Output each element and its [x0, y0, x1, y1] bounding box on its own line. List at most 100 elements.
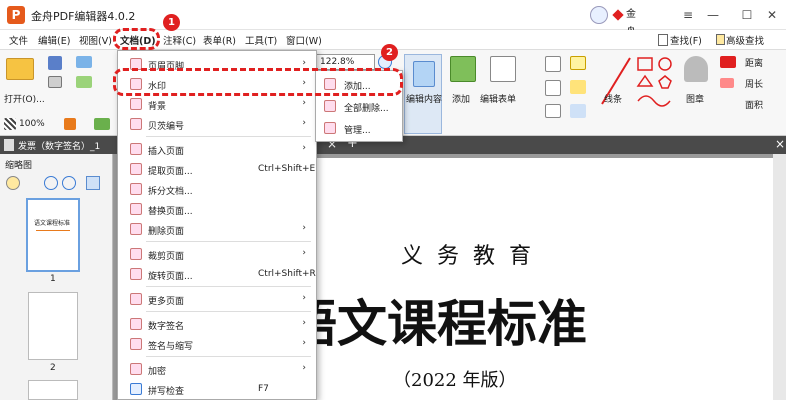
- print-icon[interactable]: [48, 76, 62, 88]
- page-thumbnail-1[interactable]: 语文课程标准: [26, 198, 80, 272]
- menu-rotate-page[interactable]: 旋转页面... Ctrl+Shift+R: [118, 264, 316, 284]
- minimize-button[interactable]: —: [703, 5, 723, 25]
- manage-watermark-icon: [324, 122, 336, 134]
- area-tool[interactable]: 面积: [745, 98, 763, 111]
- submenu-manage-watermarks[interactable]: 管理...: [316, 117, 402, 139]
- zoom-level-left[interactable]: 100%: [19, 119, 45, 129]
- add-image-icon[interactable]: [450, 56, 476, 82]
- rotate-icon[interactable]: [86, 176, 100, 190]
- menu-bates-numbering[interactable]: 贝茨编号 ›: [118, 114, 316, 134]
- perimeter-tool[interactable]: 周长: [745, 77, 763, 90]
- menu-encrypt[interactable]: 加密 ›: [118, 359, 316, 379]
- menu-label: 插入页面: [148, 147, 185, 157]
- menu-comment[interactable]: 注释(C): [163, 33, 196, 47]
- save-icon[interactable]: [48, 56, 62, 70]
- thumb-zoom-out-icon[interactable]: [62, 176, 76, 190]
- color-icon[interactable]: [64, 118, 76, 130]
- stamp-icon[interactable]: [684, 56, 708, 82]
- menu-label: 删除页面: [148, 227, 185, 237]
- close-button[interactable]: ✕: [762, 5, 782, 25]
- document-title: 语文课程标准: [287, 294, 587, 353]
- edit-content-label: 编辑内容: [406, 95, 443, 105]
- menu-window[interactable]: 窗口(W): [286, 33, 322, 47]
- menu-label: 背景: [148, 102, 167, 112]
- menu-extract-page[interactable]: 提取页面... Ctrl+Shift+E: [118, 159, 316, 179]
- submenu-arrow-icon: ›: [302, 143, 306, 153]
- menu-digital-signature[interactable]: 数字签名 ›: [118, 314, 316, 334]
- shapes-icon[interactable]: [636, 56, 674, 130]
- delete-page-icon: [130, 223, 142, 235]
- submenu-arrow-icon: ›: [302, 58, 306, 68]
- page-thumbnail-2[interactable]: [28, 292, 78, 360]
- menu-file[interactable]: 文件: [9, 33, 28, 47]
- menu-replace-page[interactable]: 替换页面...: [118, 199, 316, 219]
- thumb-zoom-in-icon[interactable]: [44, 176, 58, 190]
- eraser-icon[interactable]: [720, 56, 736, 68]
- stamp-button[interactable]: 图章: [686, 92, 704, 105]
- menu-background[interactable]: 背景 ›: [118, 94, 316, 114]
- menu-separator: [146, 136, 311, 137]
- edit-form-button[interactable]: 编辑表单: [480, 92, 516, 105]
- menu-split-document[interactable]: 拆分文档...: [118, 179, 316, 199]
- menu-sign-initials[interactable]: 签名与缩写 ›: [118, 334, 316, 354]
- menu-delete-page[interactable]: 删除页面 ›: [118, 219, 316, 239]
- find-button[interactable]: 查找(F): [670, 33, 702, 47]
- text-box-icon[interactable]: [545, 80, 561, 96]
- edit-content-button[interactable]: 编辑内容: [404, 54, 442, 134]
- thumbnail-1-title: 语文课程标准: [34, 220, 71, 227]
- line-tool-button[interactable]: 线条: [604, 92, 622, 105]
- vertical-scrollbar[interactable]: [773, 154, 786, 400]
- digital-signature-icon: [130, 318, 142, 330]
- email-icon[interactable]: [76, 56, 92, 68]
- find-icon: [658, 34, 668, 46]
- image-tool-icon[interactable]: [94, 118, 110, 130]
- menu-edit[interactable]: 编辑(E): [38, 33, 70, 47]
- menu-more-pages[interactable]: 更多页面 ›: [118, 289, 316, 309]
- menu-insert-page[interactable]: 插入页面 ›: [118, 139, 316, 159]
- submenu-delete-all-watermarks[interactable]: 全部删除...: [316, 95, 402, 117]
- typewriter-icon[interactable]: [545, 104, 561, 118]
- rotate-page-icon: [130, 268, 142, 280]
- sound-icon[interactable]: [570, 104, 586, 118]
- maximize-button[interactable]: ☐: [737, 5, 757, 25]
- menu-icon[interactable]: ≡: [678, 5, 698, 25]
- open-button[interactable]: 打开(O)...: [4, 92, 45, 105]
- page-thumbnail-3[interactable]: [28, 380, 78, 400]
- menu-label: 全部删除...: [344, 104, 389, 114]
- document-menu: 页眉页脚 › 水印 › 背景 › 贝茨编号 › 插入页面 › 提取页面... Ctrl+Sh…: [117, 50, 317, 400]
- background-icon: [130, 98, 142, 110]
- menu-label: 数字签名: [148, 322, 185, 332]
- close-document-button[interactable]: ×: [775, 137, 785, 151]
- spell-check-icon: [130, 383, 142, 395]
- menu-spell-check[interactable]: 拼写检查 F7: [118, 379, 316, 399]
- more-pages-icon: [130, 293, 142, 305]
- zoom-value: 122.8%: [320, 57, 355, 67]
- document-tab[interactable]: 发票（数字签名）_1: [18, 139, 100, 152]
- document-edition: （2022 年版）: [393, 370, 517, 391]
- menu-separator: [146, 356, 311, 357]
- menu-form[interactable]: 表单(R): [203, 33, 236, 47]
- settings-gear-icon[interactable]: [6, 176, 20, 190]
- menu-tools[interactable]: 工具(T): [245, 33, 277, 47]
- split-document-icon: [130, 183, 142, 195]
- menu-separator: [146, 311, 311, 312]
- image-icon[interactable]: [76, 76, 92, 88]
- edit-form-icon[interactable]: [490, 56, 516, 82]
- note-icon[interactable]: [570, 56, 586, 70]
- edit-content-icon: [413, 61, 435, 87]
- document-tab-icon: [4, 139, 14, 151]
- menu-shortcut: F7: [258, 384, 269, 394]
- submenu-arrow-icon: ›: [302, 248, 306, 258]
- menu-crop-page[interactable]: 裁剪页面 ›: [118, 244, 316, 264]
- menu-label: 替换页面...: [148, 207, 193, 217]
- menu-view[interactable]: 视图(V): [79, 33, 112, 47]
- distance-tool[interactable]: 距离: [745, 56, 763, 69]
- diamond-icon: [612, 9, 624, 21]
- open-folder-icon[interactable]: [6, 58, 34, 80]
- add-button[interactable]: 添加: [452, 92, 470, 105]
- pencil-icon[interactable]: [720, 78, 734, 88]
- advanced-find-button[interactable]: 高级查找: [726, 33, 764, 47]
- submenu-arrow-icon: ›: [302, 338, 306, 348]
- text-tool-icon[interactable]: [545, 56, 561, 72]
- highlight-icon[interactable]: [570, 80, 586, 94]
